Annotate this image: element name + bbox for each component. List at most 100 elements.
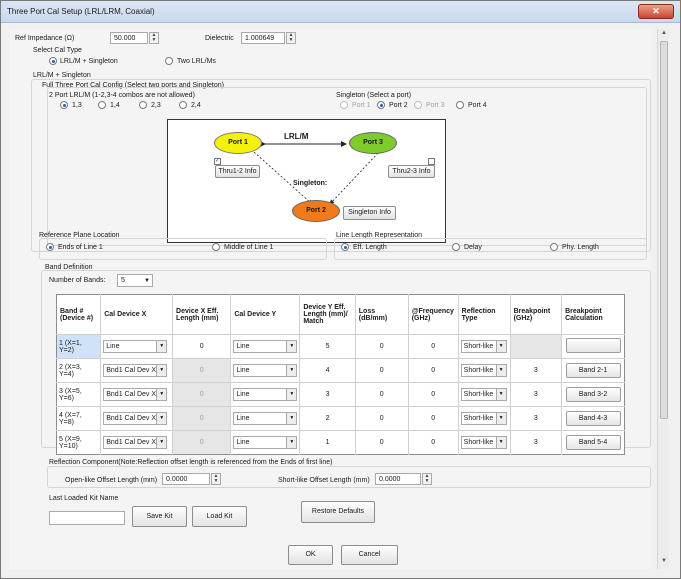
device-y-select[interactable]: Line ▼ [233,340,298,353]
device-y-cell[interactable]: Line ▼ [230,358,301,383]
device-x-select[interactable]: Bnd1 Cal Dev X ▼ [103,364,168,377]
device-x-cell[interactable]: Bnd1 Cal Dev X ▼ [100,382,174,407]
breakpoint-calc-cell[interactable]: Band 2-1 [561,358,625,383]
frequency-cell[interactable]: 0 [408,406,459,431]
reflection-select[interactable]: Short-like ▼ [460,364,507,377]
band-cell[interactable]: 3 (X=5, Y=6) [56,382,102,407]
reflection-select[interactable]: Short-like ▼ [460,340,507,353]
breakpoint-calc-button[interactable] [565,338,621,353]
ref-impedance-input[interactable]: 50.000 [110,32,148,44]
scroll-down-icon[interactable]: ▼ [659,558,669,568]
vertical-scrollbar[interactable]: ▲ ▼ [657,29,669,569]
frequency-cell[interactable]: 0 [408,382,459,407]
scroll-up-icon[interactable]: ▲ [659,30,669,40]
ref-impedance-spinner[interactable]: ▲ ▼ [149,32,159,44]
singleton-radio-port3[interactable] [414,101,422,109]
breakpoint-cell[interactable]: 3 [510,430,563,455]
device-x-select[interactable]: Bnd1 Cal Dev X ▼ [103,412,168,425]
device-x-cell[interactable]: Line ▼ [100,334,174,359]
device-x-length-cell[interactable]: 0 [172,334,232,359]
two-port-radio-2-4[interactable] [179,101,187,109]
breakpoint-calc-button[interactable]: Band 3-2 [565,387,621,402]
dielectric-spinner[interactable]: ▲ ▼ [286,32,296,44]
breakpoint-calc-cell[interactable] [561,334,625,359]
singleton-radio-port1[interactable] [340,101,348,109]
loss-cell[interactable]: 0 [355,430,409,455]
frequency-cell[interactable]: 0 [408,358,459,383]
num-bands-select[interactable]: 5 ▼ [117,274,153,287]
two-port-radio-2-3[interactable] [139,101,147,109]
device-x-select[interactable]: Bnd1 Cal Dev X ▼ [103,388,168,401]
phy-length-radio[interactable] [550,243,558,251]
device-x-cell[interactable]: Bnd1 Cal Dev X ▼ [100,430,174,455]
loss-cell[interactable]: 0 [355,358,409,383]
device-y-length-cell[interactable]: 2 [299,406,356,431]
device-x-cell[interactable]: Bnd1 Cal Dev X ▼ [100,358,174,383]
loss-cell[interactable]: 0 [355,406,409,431]
two-port-radio-1-3[interactable] [60,101,68,109]
ok-button[interactable]: OK [288,545,333,565]
device-y-select[interactable]: Line ▼ [233,364,298,377]
thru12-info-button[interactable]: Thru1-2 Info [215,165,260,178]
device-y-cell[interactable]: Line ▼ [230,334,301,359]
short-offset-input[interactable]: 0.0000 [375,473,421,485]
breakpoint-cell[interactable]: 3 [510,358,563,383]
singleton-radio-port4[interactable] [456,101,464,109]
device-y-cell[interactable]: Line ▼ [230,406,301,431]
breakpoint-cell[interactable]: 3 [510,406,563,431]
device-y-cell[interactable]: Line ▼ [230,382,301,407]
ref-plane-ends-radio[interactable] [46,243,54,251]
reflection-cell[interactable]: Short-like ▼ [458,406,511,431]
device-y-select[interactable]: Line ▼ [233,388,298,401]
open-offset-spinner[interactable]: ▲ ▼ [211,473,221,485]
band-cell[interactable]: 5 (X=9, Y=10) [56,430,102,455]
scroll-thumb[interactable] [660,41,668,419]
save-kit-button[interactable]: Save Kit [132,506,187,527]
thru23-info-button[interactable]: Thru2-3 Info [388,165,435,178]
device-y-cell[interactable]: Line ▼ [230,430,301,455]
device-x-select[interactable]: Line ▼ [103,340,168,353]
reflection-cell[interactable]: Short-like ▼ [458,358,511,383]
reflection-cell[interactable]: Short-like ▼ [458,382,511,407]
device-y-select[interactable]: Line ▼ [233,436,298,449]
frequency-cell[interactable]: 0 [408,334,459,359]
frequency-cell[interactable]: 0 [408,430,459,455]
delay-radio[interactable] [452,243,460,251]
reflection-cell[interactable]: Short-like ▼ [458,430,511,455]
restore-defaults-button[interactable]: Restore Defaults [301,501,375,523]
reflection-select[interactable]: Short-like ▼ [460,388,507,401]
thru12-checkbox[interactable]: ✓ [214,158,221,165]
ref-plane-middle-radio[interactable] [212,243,220,251]
kit-name-input[interactable] [49,511,125,525]
device-y-select[interactable]: Line ▼ [233,412,298,425]
two-port-radio-1-4[interactable] [98,101,106,109]
reflection-select[interactable]: Short-like ▼ [460,412,507,425]
eff-length-radio[interactable] [341,243,349,251]
lrl-singleton-radio[interactable] [49,57,57,65]
cancel-button[interactable]: Cancel [341,545,398,565]
breakpoint-cell[interactable]: 3 [510,382,563,407]
band-cell[interactable]: 4 (X=7, Y=8) [56,406,102,431]
breakpoint-calc-button[interactable]: Band 5-4 [565,435,621,450]
band-cell[interactable]: 1 (X=1, Y=2) [56,334,102,359]
breakpoint-calc-button[interactable]: Band 4-3 [565,411,621,426]
device-y-length-cell[interactable]: 1 [299,430,356,455]
reflection-select[interactable]: Short-like ▼ [460,436,507,449]
dielectric-input[interactable]: 1.000649 [241,32,285,44]
breakpoint-calc-cell[interactable]: Band 5-4 [561,430,625,455]
singleton-info-button[interactable]: Singleton Info [343,206,396,220]
short-offset-spinner[interactable]: ▲ ▼ [422,473,432,485]
device-y-length-cell[interactable]: 3 [299,382,356,407]
device-y-length-cell[interactable]: 4 [299,358,356,383]
loss-cell[interactable]: 0 [355,334,409,359]
device-x-select[interactable]: Bnd1 Cal Dev X ▼ [103,436,168,449]
singleton-radio-port2[interactable] [377,101,385,109]
open-offset-input[interactable]: 0.0000 [162,473,210,485]
two-lrl-radio[interactable] [165,57,173,65]
thru23-checkbox[interactable] [428,158,435,165]
band-cell[interactable]: 2 (X=3, Y=4) [56,358,102,383]
loss-cell[interactable]: 0 [355,382,409,407]
device-y-length-cell[interactable]: 5 [299,334,356,359]
reflection-cell[interactable]: Short-like ▼ [458,334,511,359]
load-kit-button[interactable]: Load Kit [192,506,247,527]
